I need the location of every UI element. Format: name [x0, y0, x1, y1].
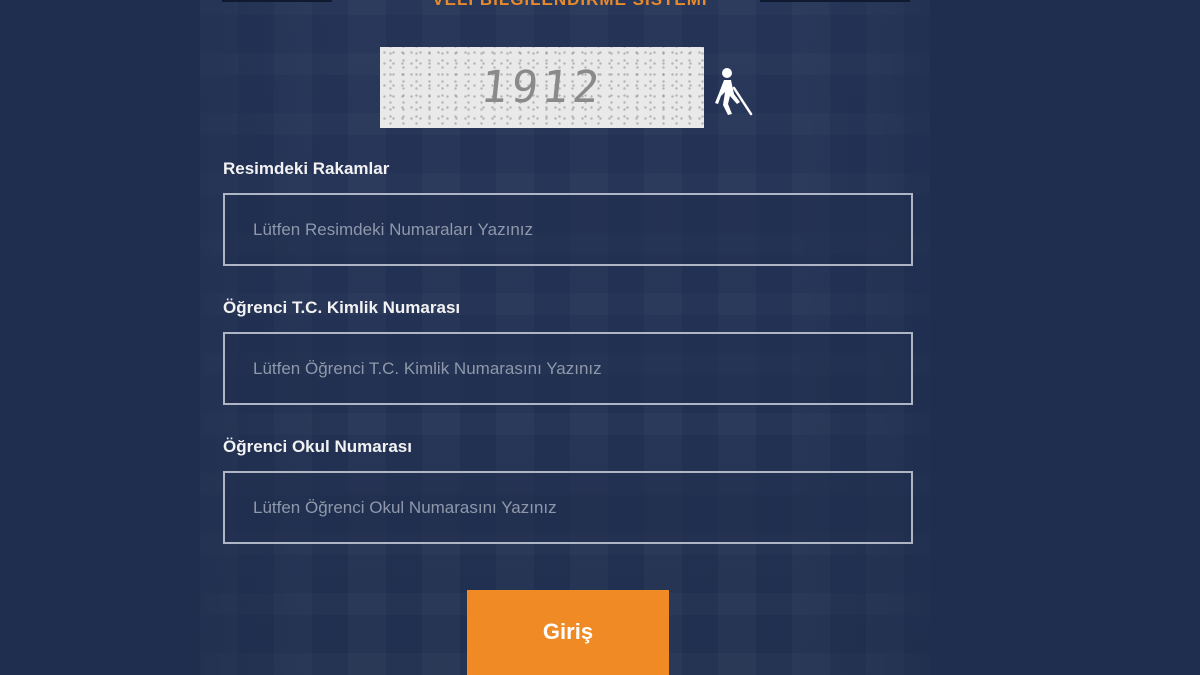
system-title: VELİ BİLGİLENDİRME SİSTEMİ	[0, 0, 1140, 10]
tc-kimlik-input[interactable]	[223, 332, 913, 405]
accessibility-icon[interactable]	[710, 66, 756, 116]
okul-numarasi-input[interactable]	[223, 471, 913, 544]
login-button[interactable]: Giriş	[467, 590, 669, 675]
okul-numarasi-field-label: Öğrenci Okul Numarası	[223, 437, 412, 456]
tc-kimlik-field-label: Öğrenci T.C. Kimlik Numarası	[223, 298, 461, 317]
blind-person-cane-icon	[715, 68, 753, 116]
captcha-field-label: Resimdeki Rakamlar	[223, 159, 390, 178]
login-page: VELİ BİLGİLENDİRME SİSTEMİ 1912 Resimdek…	[0, 0, 1200, 675]
captcha-code: 1912	[478, 62, 606, 113]
captcha-image: 1912	[380, 47, 704, 128]
captcha-input[interactable]	[223, 193, 913, 266]
